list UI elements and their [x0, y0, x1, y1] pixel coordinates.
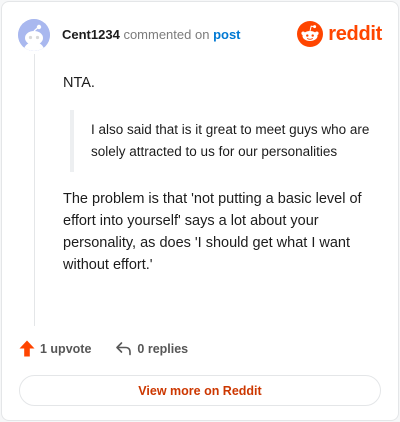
thread-line: [34, 54, 35, 326]
reddit-wordmark: reddit: [328, 22, 382, 45]
avatar[interactable]: [18, 19, 50, 51]
reply-arrow-icon: [116, 342, 132, 356]
view-more-button[interactable]: View more on Reddit: [19, 375, 381, 406]
replies-button[interactable]: 0 replies: [115, 341, 188, 356]
comment-quote: I also said that is it great to meet guy…: [70, 110, 378, 172]
comment-meta: Cent1234 commented on post: [62, 27, 241, 43]
embedded-comment-card: Cent1234 commented on post reddit NTA. I…: [1, 1, 399, 421]
replies-count: 0 replies: [137, 341, 189, 356]
comment-paragraph: NTA.: [63, 75, 95, 91]
author-link[interactable]: Cent1234: [62, 27, 120, 42]
upvote-button[interactable]: 1 upvote: [19, 340, 91, 357]
commented-on-text: commented on: [123, 27, 210, 42]
comment-actions: 1 upvote 0 replies: [19, 340, 212, 357]
comment-body: NTA. I also said that is it great to mee…: [63, 72, 378, 276]
comment-paragraph: The problem is that 'not putting a basic…: [63, 191, 362, 273]
post-link[interactable]: post: [213, 27, 240, 42]
snoo-avatar-icon: [18, 19, 50, 51]
reddit-snoo-icon: [297, 21, 324, 47]
upvote-arrow-icon: [19, 340, 35, 357]
reddit-logo[interactable]: reddit: [297, 21, 382, 47]
comment-header: Cent1234 commented on post reddit: [18, 18, 382, 52]
upvote-count: 1 upvote: [40, 341, 92, 356]
